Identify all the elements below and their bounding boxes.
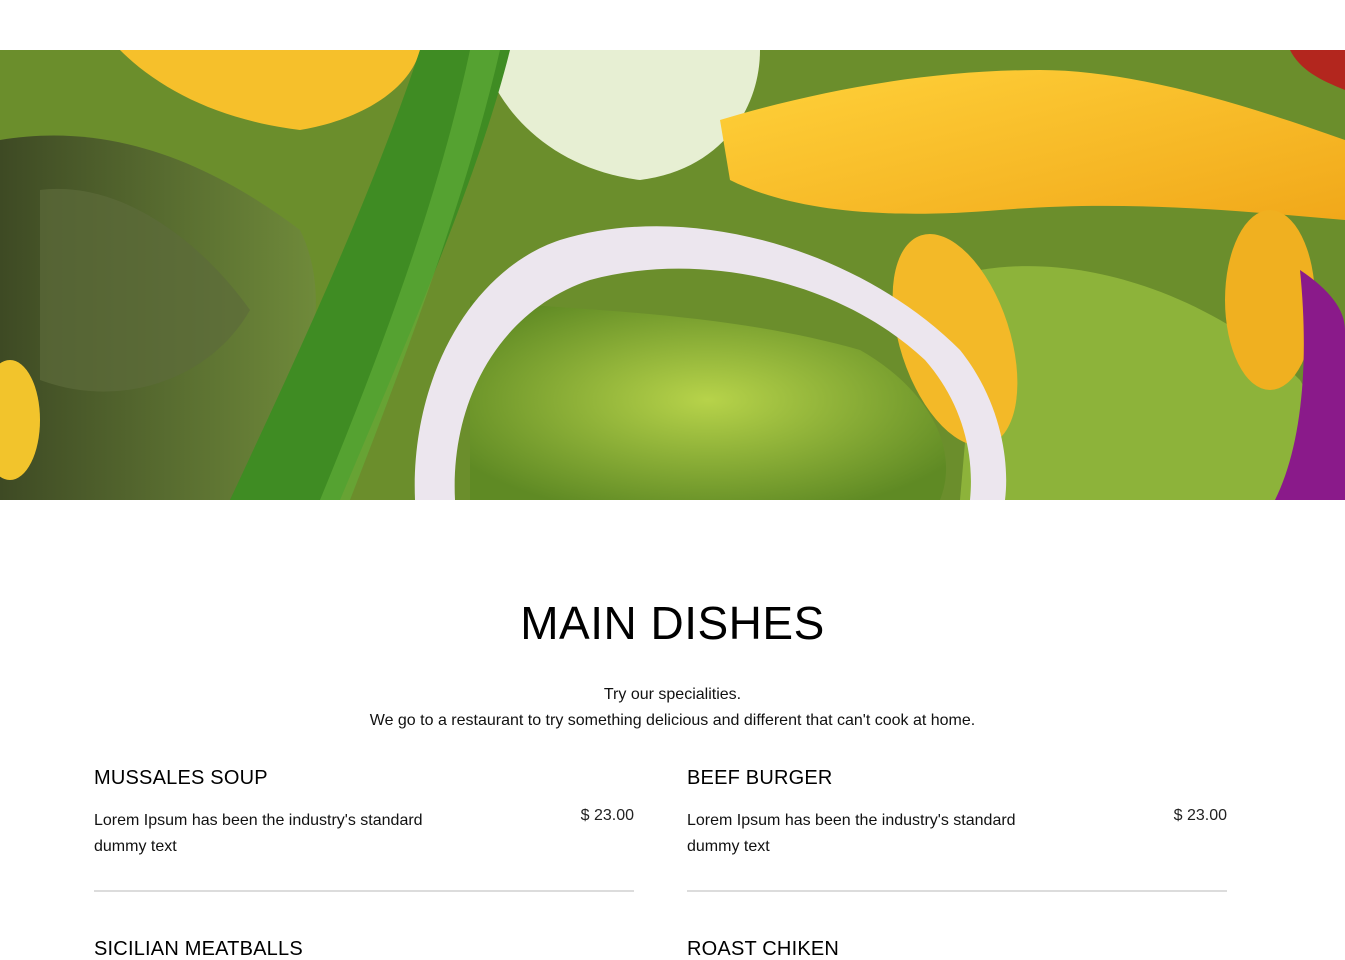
menu-item-name: MUSSALES SOUP bbox=[94, 767, 268, 789]
section-title: MAIN DISHES bbox=[520, 597, 825, 649]
menu-item-name: BEEF BURGER bbox=[687, 767, 833, 789]
menu-item-mussales-soup[interactable]: MUSSALES SOUP Lorem Ipsum has been the i… bbox=[94, 766, 634, 892]
menu-item-price: $ 23.00 bbox=[1173, 807, 1227, 824]
hero-image bbox=[0, 50, 1345, 500]
intro-line-1: Try our specialities. bbox=[603, 686, 742, 703]
salad-photo bbox=[0, 50, 1345, 500]
menu-item-description: Lorem Ipsum has been the industry's stan… bbox=[687, 812, 1016, 855]
menu-item-beef-burger[interactable]: BEEF BURGER Lorem Ipsum has been the ind… bbox=[687, 766, 1227, 892]
intro-line-2: We go to a restaurant to try something d… bbox=[369, 712, 976, 729]
divider bbox=[687, 890, 1227, 892]
menu-item-sicilian-meatballs[interactable]: SICILIAN MEATBALLS bbox=[94, 937, 634, 960]
menu-item-name: SICILIAN MEATBALLS bbox=[94, 938, 303, 960]
divider bbox=[94, 890, 634, 892]
menu-item-description: Lorem Ipsum has been the industry's stan… bbox=[94, 812, 423, 855]
section-intro: Try our specialities. We go to a restaur… bbox=[0, 682, 1345, 734]
menu-item-name: ROAST CHIKEN bbox=[687, 938, 840, 960]
menu-item-roast-chiken[interactable]: ROAST CHIKEN bbox=[687, 937, 1227, 960]
menu-item-price: $ 23.00 bbox=[580, 807, 634, 824]
